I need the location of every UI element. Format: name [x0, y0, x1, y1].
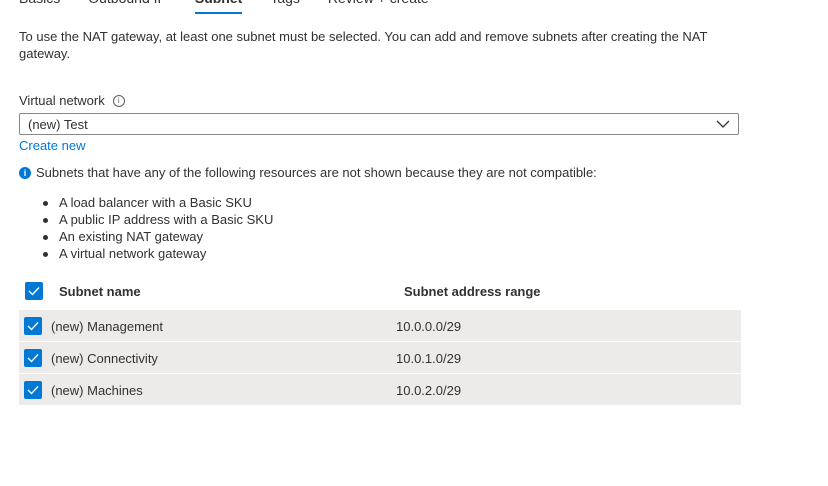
row-checkbox[interactable]	[24, 381, 42, 399]
checkmark-icon	[28, 287, 40, 296]
incompatible-resources-list: A load balancer with a Basic SKU A publi…	[43, 194, 273, 262]
tab-bar: Basics Outbound IP Subnet Tags Review + …	[19, 0, 429, 14]
info-solid-icon: i	[19, 166, 31, 179]
checkmark-icon	[27, 354, 39, 363]
select-all-checkbox[interactable]	[25, 282, 43, 300]
subnet-range: 10.0.0.0/29	[396, 319, 462, 334]
virtual-network-selected-value: (new) Test	[28, 116, 88, 132]
compatibility-notice: i Subnets that have any of the following…	[19, 165, 597, 180]
list-item: A load balancer with a Basic SKU	[43, 194, 273, 211]
tab-outbound-ip[interactable]: Outbound IP	[88, 0, 167, 14]
row-checkbox[interactable]	[24, 349, 42, 367]
virtual-network-select[interactable]: (new) Test	[19, 113, 739, 135]
subnet-name-header[interactable]: Subnet name	[59, 284, 141, 299]
tab-subnet[interactable]: Subnet	[194, 0, 243, 14]
list-item: A public IP address with a Basic SKU	[43, 211, 273, 228]
subnet-name: (new) Management	[51, 319, 163, 334]
virtual-network-label-row: Virtual network i	[19, 93, 125, 108]
chevron-down-icon	[716, 120, 730, 128]
virtual-network-label: Virtual network	[19, 93, 105, 108]
table-row[interactable]: (new) Machines 10.0.2.0/29	[19, 374, 741, 405]
subnet-table-header: Subnet name Subnet address range	[19, 280, 741, 304]
tab-basics[interactable]: Basics	[19, 0, 60, 14]
tab-review-create[interactable]: Review + create	[328, 0, 429, 14]
notice-text: Subnets that have any of the following r…	[36, 165, 597, 180]
checkmark-icon	[27, 386, 39, 395]
list-item: An existing NAT gateway	[43, 228, 273, 245]
create-new-link[interactable]: Create new	[19, 138, 85, 153]
row-checkbox[interactable]	[24, 317, 42, 335]
info-icon[interactable]: i	[112, 94, 125, 107]
intro-text: To use the NAT gateway, at least one sub…	[19, 29, 708, 61]
subnet-name: (new) Machines	[51, 383, 143, 398]
checkmark-icon	[27, 322, 39, 331]
subnet-name: (new) Connectivity	[51, 351, 158, 366]
table-row[interactable]: (new) Management 10.0.0.0/29	[19, 310, 741, 341]
tab-tags[interactable]: Tags	[270, 0, 300, 14]
subnet-range-header[interactable]: Subnet address range	[404, 284, 541, 299]
table-row[interactable]: (new) Connectivity 10.0.1.0/29	[19, 342, 741, 373]
subnet-range: 10.0.2.0/29	[396, 383, 462, 398]
list-item: A virtual network gateway	[43, 245, 273, 262]
subnet-table-body: (new) Management 10.0.0.0/29 (new) Conne…	[19, 310, 741, 406]
subnet-range: 10.0.1.0/29	[396, 351, 462, 366]
